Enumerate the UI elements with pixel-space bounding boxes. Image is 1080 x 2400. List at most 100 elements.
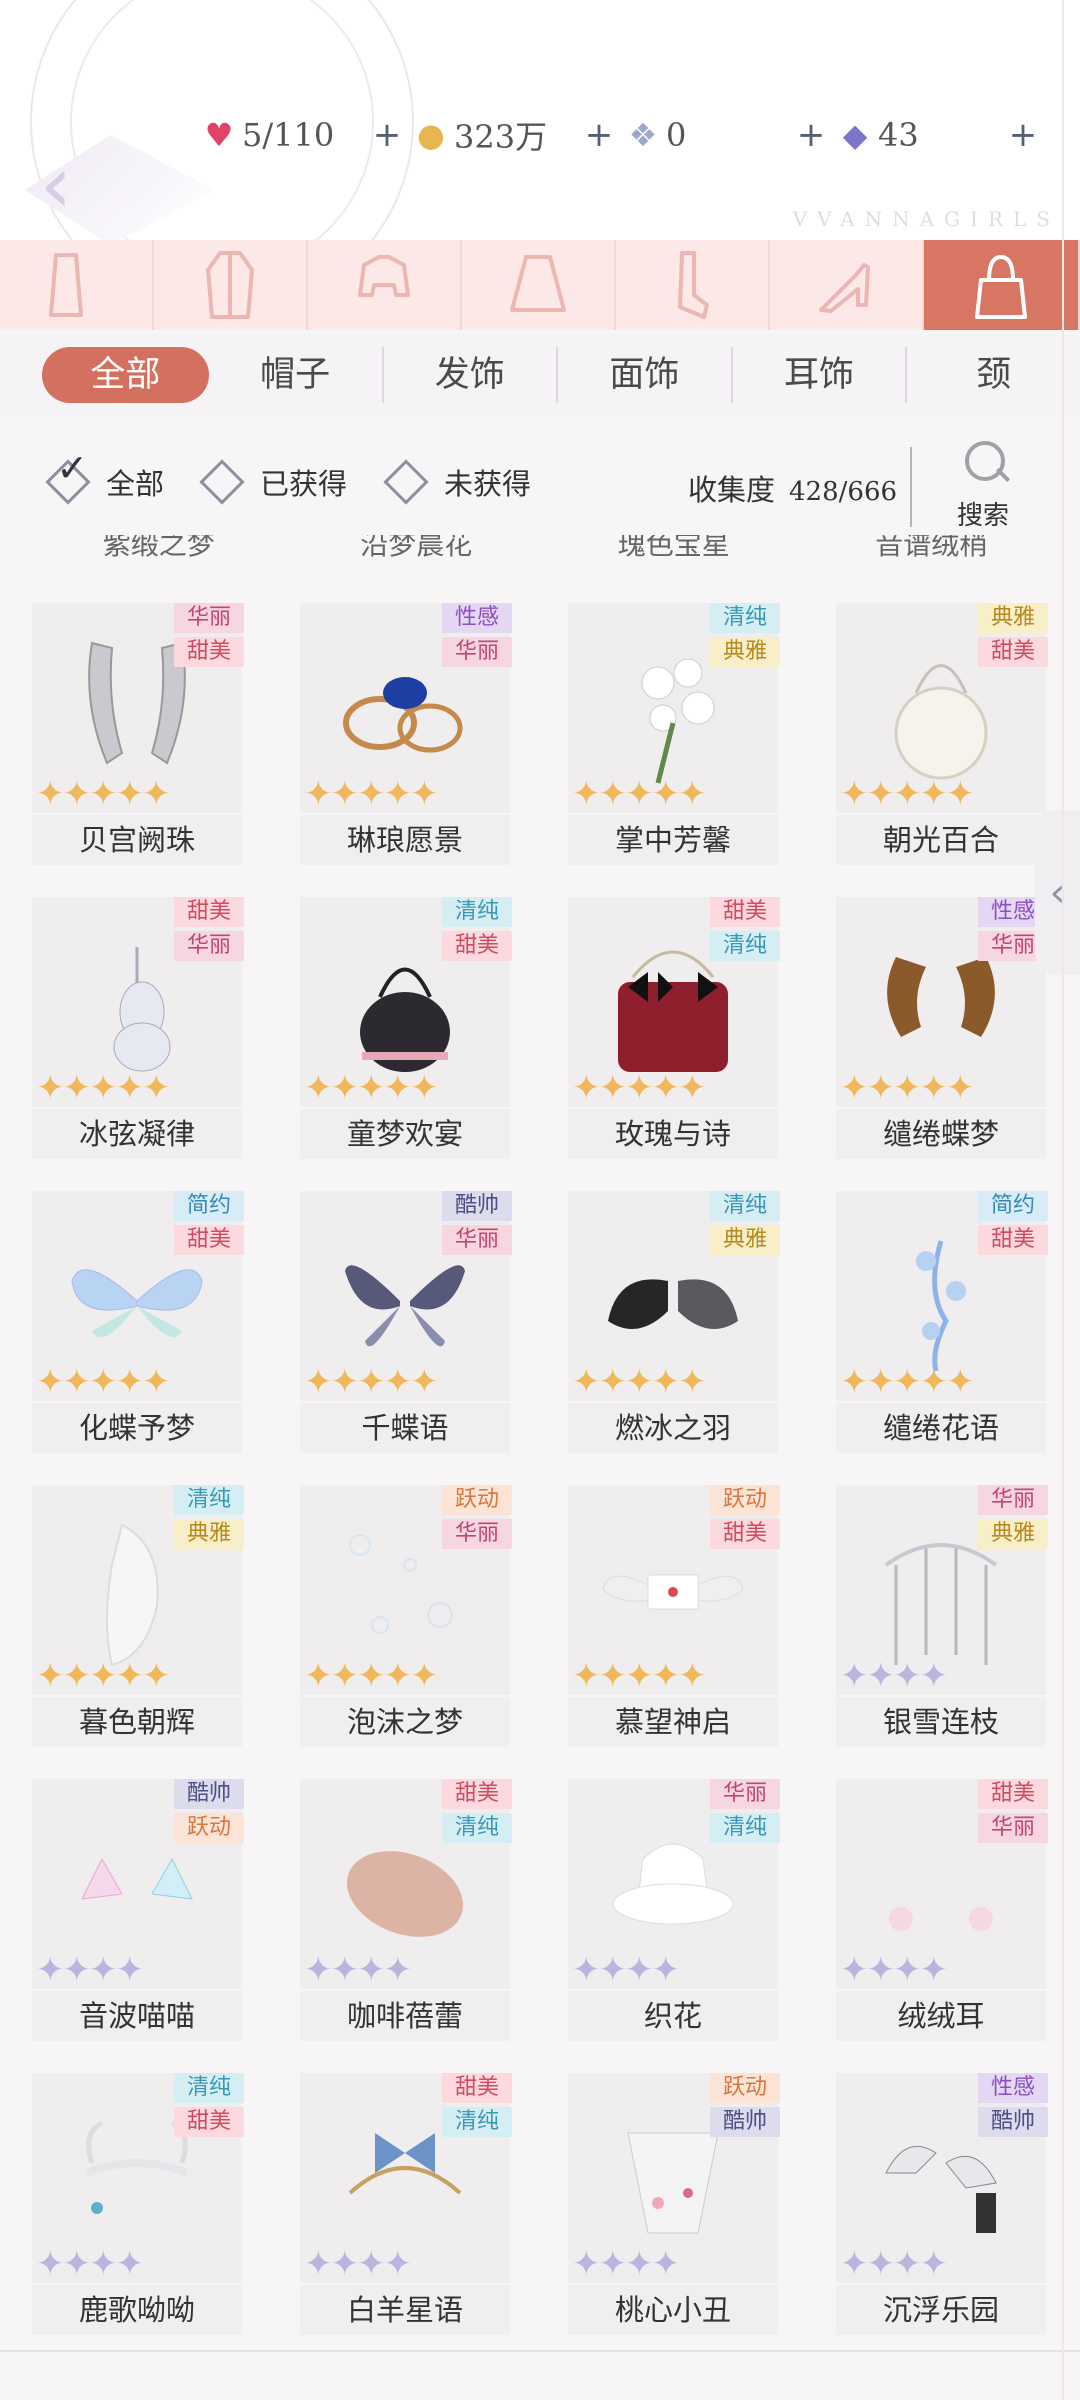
add-currency-button[interactable]: + [584, 115, 614, 155]
item-card[interactable]: 清纯 典雅 ✦ ✦ ✦ ✦ ✦ 燃冰之羽 [568, 1191, 780, 1453]
search-label: 搜索 [957, 501, 1010, 531]
brand-watermark: VVANNAGIRLS [792, 207, 1060, 231]
item-card[interactable]: 华丽 甜美 ✦ ✦ ✦ ✦ ✦ 贝宫阙珠 [32, 603, 244, 865]
item-thumbnail: 性感 酷帅 ✦ ✦ ✦ ✦ [836, 2073, 1048, 2284]
category-socks[interactable] [616, 240, 771, 330]
rarity-stars: ✦ ✦ ✦ ✦ ✦ [304, 774, 439, 814]
style-tag: 甜美 [978, 637, 1048, 667]
tab-1[interactable]: 帽子 [209, 347, 384, 403]
item-thumbnail: 跃动 甜美 ✦ ✦ ✦ ✦ ✦ [568, 1485, 780, 1695]
tab-5[interactable]: 颈 [907, 347, 1080, 403]
style-tags: 性感 酷帅 [978, 2073, 1048, 2137]
star-icon: ✦ [651, 1362, 681, 1402]
star-icon: ✦ [598, 1950, 628, 1990]
star-icon: ✦ [36, 774, 65, 814]
item-card[interactable]: 酷帅 跃动 ✦ ✦ ✦ ✦ 音波喵喵 [32, 1779, 244, 2041]
currency-heart-gem: ♥ 5/110 + [200, 115, 412, 155]
currency-value: 0 [666, 116, 687, 154]
item-thumbnail: 华丽 甜美 ✦ ✦ ✦ ✦ ✦ [32, 603, 244, 814]
subcategory-tabs: 全部 帽子 发饰 面饰 耳饰颈 [0, 335, 1080, 415]
item-card[interactable]: 清纯 甜美 ✦ ✦ ✦ ✦ 鹿歌呦呦 [32, 2073, 244, 2335]
item-thumbnail: 甜美 清纯 ✦ ✦ ✦ ✦ [300, 2073, 512, 2284]
star-icon: ✦ [572, 1362, 601, 1402]
star-icon: ✦ [893, 2244, 922, 2284]
star-icon: ✦ [115, 2244, 145, 2284]
item-card[interactable]: 性感 华丽 ✦ ✦ ✦ ✦ ✦ 琳琅愿景 [300, 603, 512, 865]
rarity-stars: ✦ ✦ ✦ ✦ ✦ [304, 1656, 439, 1696]
item-card[interactable]: 华丽 清纯 ✦ ✦ ✦ ✦ 织花 [568, 1779, 780, 2041]
star-icon: ✦ [383, 1656, 413, 1696]
category-accessories[interactable] [924, 240, 1080, 330]
style-tag: 甜美 [978, 1225, 1048, 1255]
style-tag: 清纯 [710, 1813, 780, 1843]
filter-not-owned-label: 未获得 [444, 467, 532, 501]
star-icon: ✦ [357, 1656, 386, 1696]
item-card[interactable]: 酷帅 华丽 ✦ ✦ ✦ ✦ ✦ 千蝶语 [300, 1191, 512, 1453]
coat-icon [206, 251, 255, 319]
add-currency-button[interactable]: + [372, 115, 402, 155]
item-card[interactable]: 性感 酷帅 ✦ ✦ ✦ ✦ 沉浮乐园 [836, 2073, 1048, 2335]
star-icon: ✦ [62, 774, 92, 814]
filter-all-label: 全部 [106, 467, 165, 501]
star-icon: ✦ [410, 774, 439, 814]
star-icon: ✦ [89, 1068, 118, 1108]
rarity-stars: ✦ ✦ ✦ ✦ [304, 2244, 412, 2284]
category-skirt[interactable] [462, 240, 617, 330]
style-tag: 典雅 [978, 603, 1048, 633]
tab-4[interactable]: 耳饰 [733, 347, 908, 403]
star-icon: ✦ [946, 774, 975, 814]
item-name: 掌中芳馨 [568, 815, 778, 865]
item-card[interactable]: 跃动 甜美 ✦ ✦ ✦ ✦ ✦ 慕望神启 [568, 1485, 780, 1747]
category-dress[interactable] [0, 240, 155, 330]
item-card[interactable]: 清纯 甜美 ✦ ✦ ✦ ✦ ✦ 童梦欢宴 [300, 897, 512, 1159]
item-name: 银雪连枝 [836, 1697, 1046, 1747]
star-icon: ✦ [89, 1362, 118, 1402]
star-icon: ✦ [357, 1068, 386, 1108]
star-icon: ✦ [919, 2244, 949, 2284]
tab-2[interactable]: 发饰 [384, 347, 559, 403]
category-shoes[interactable] [770, 240, 925, 330]
star-icon: ✦ [330, 2244, 360, 2284]
item-name: 沉浮乐园 [836, 2285, 1046, 2335]
side-drawer-toggle[interactable]: ‹ [1035, 810, 1080, 975]
category-coat[interactable] [154, 240, 309, 330]
gold-coin-icon: ● [417, 116, 445, 154]
add-currency-button[interactable]: + [796, 115, 826, 155]
item-name: 朝光百合 [836, 815, 1046, 865]
item-thumbnail: 性感 华丽 ✦ ✦ ✦ ✦ ✦ [836, 897, 1048, 1108]
filter-owned[interactable]: 已获得 [199, 459, 347, 505]
item-card[interactable]: 清纯 典雅 ✦ ✦ ✦ ✦ ✦ 暮色朝辉 [32, 1485, 244, 1747]
item-name: 鹿歌呦呦 [32, 2285, 242, 2335]
item-card[interactable]: 华丽 典雅 ✦ ✦ ✦ ✦ 银雪连枝 [836, 1485, 1048, 1747]
item-card[interactable]: 性感 华丽 ✦ ✦ ✦ ✦ ✦ 缱绻蝶梦 [836, 897, 1048, 1159]
star-icon: ✦ [893, 774, 922, 814]
item-card[interactable]: 简约 甜美 ✦ ✦ ✦ ✦ ✦ 化蝶予梦 [32, 1191, 244, 1453]
filter-all[interactable]: ✓ 全部 [45, 446, 165, 505]
item-card[interactable]: 甜美 清纯 ✦ ✦ ✦ ✦ 咖啡蓓蕾 [300, 1779, 512, 2041]
item-thumbnail: 跃动 酷帅 ✦ ✦ ✦ ✦ [568, 2073, 780, 2283]
item-card[interactable]: 甜美 清纯 ✦ ✦ ✦ ✦ 白羊星语 [300, 2073, 512, 2335]
rarity-stars: ✦ ✦ ✦ ✦ [36, 1953, 144, 1987]
item-card[interactable]: 跃动 酷帅 ✦ ✦ ✦ ✦ 桃心小丑 [568, 2073, 780, 2335]
item-card[interactable]: 简约 甜美 ✦ ✦ ✦ ✦ ✦ 缱绻花语 [836, 1191, 1048, 1453]
item-name: 桃心小丑 [568, 2285, 778, 2335]
item-card[interactable]: 清纯 典雅 ✦ ✦ ✦ ✦ ✦ 掌中芳馨 [568, 603, 780, 865]
item-name: 音谱绒稍 [875, 535, 988, 561]
filter-not-owned[interactable]: 未获得 [383, 459, 532, 505]
star-icon: ✦ [893, 1068, 922, 1108]
item-card[interactable]: 甜美 华丽 ✦ ✦ ✦ ✦ ✦ 冰弦凝律 [32, 897, 244, 1159]
search-button[interactable]: 搜索 [955, 437, 1025, 532]
tab-0[interactable]: 全部 [42, 347, 209, 403]
star-icon: ✦ [357, 1950, 386, 1990]
currency-gold-coin: ● 323万 + [412, 112, 624, 158]
style-tag: 典雅 [978, 1519, 1048, 1549]
item-card[interactable]: 典雅 甜美 ✦ ✦ ✦ ✦ ✦ 朝光百合 [836, 603, 1048, 865]
tab-3[interactable]: 面饰 [558, 347, 733, 403]
item-card[interactable]: 跃动 华丽 ✦ ✦ ✦ ✦ ✦ 泡沫之梦 [300, 1485, 512, 1747]
add-currency-button[interactable]: + [1008, 115, 1038, 155]
category-top[interactable] [308, 240, 463, 330]
star-icon: ✦ [410, 1656, 439, 1696]
item-grid-scroll[interactable]: 紫缎之梦 沿梦晨花 瑰色宝星 音谱绒稍 华丽 甜美 ✦ ✦ ✦ ✦ ✦ 贝宫阙珠 性感 华丽 ✦ ✦ ✦ ✦ ✦ 琳… [0, 535, 1060, 2335]
item-card[interactable]: 甜美 清纯 ✦ ✦ ✦ ✦ ✦ 玫瑰与诗 [568, 897, 780, 1159]
item-card[interactable]: 甜美 华丽 ✦ ✦ ✦ ✦ 绒绒耳 [836, 1779, 1048, 2041]
